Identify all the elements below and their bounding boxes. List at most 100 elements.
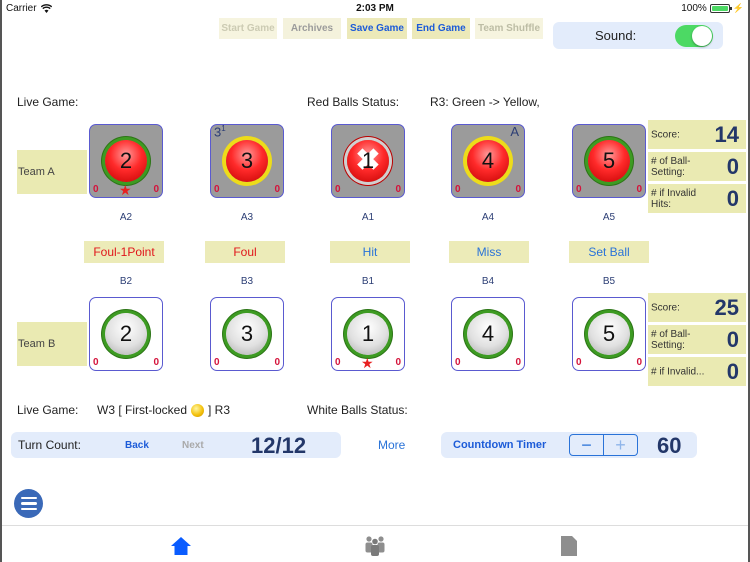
ball-id-label: B3 <box>240 276 254 287</box>
team-b-ball-setting: # of Ball-Setting: 0 <box>648 325 746 354</box>
menu-icon-line <box>20 496 37 500</box>
ball-number: 4 <box>481 148 495 173</box>
left-count: 0 <box>335 357 341 368</box>
team-a-label: Team A <box>17 150 87 194</box>
toggle-knob <box>692 26 712 46</box>
stat-value: 14 <box>714 121 739 147</box>
ball-badge: 31 <box>214 124 226 140</box>
timer-stepper[interactable]: − + <box>569 434 638 456</box>
turn-count-value: 12/12 <box>251 433 307 458</box>
live-game-suffix: ] R3 <box>208 403 231 417</box>
right-count: 0 <box>274 184 280 195</box>
battery-percent: 100% <box>681 3 707 14</box>
timer-increment-button[interactable]: + <box>604 435 637 455</box>
live-game-label-white: Live Game: <box>17 403 79 417</box>
menu-button[interactable] <box>14 489 43 518</box>
team-b-score: Score: 25 <box>648 293 746 322</box>
star-icon: ★ <box>361 355 374 371</box>
ball-number: 1 <box>361 321 375 346</box>
ball-id-label: A4 <box>481 212 495 223</box>
ball-id-label: A3 <box>240 212 254 223</box>
left-count: 0 <box>576 357 582 368</box>
end-game-button[interactable]: End Game <box>412 18 470 39</box>
ball-badge: A <box>510 124 519 139</box>
battery-indicator: 100% ⚡ <box>681 3 744 14</box>
timer-decrement-button[interactable]: − <box>570 435 604 455</box>
left-count: 0 <box>214 357 220 368</box>
stat-value: 25 <box>714 294 739 320</box>
ball-b4[interactable]: 4 <box>467 313 509 355</box>
ball-id-label: B4 <box>481 276 495 287</box>
ball-a4[interactable]: 4 <box>467 140 509 182</box>
ball-box-a4[interactable]: 4 0 0 A <box>451 124 525 198</box>
foul-button[interactable]: Foul <box>205 241 285 263</box>
countdown-timer-value: 60 <box>657 433 682 458</box>
right-count: 0 <box>636 184 642 195</box>
ball-box-b2[interactable]: 2 0 0 <box>89 297 163 371</box>
white-balls-status-label: White Balls Status: <box>307 403 408 417</box>
more-button[interactable]: More <box>378 438 405 452</box>
ball-b5[interactable]: 5 <box>588 313 630 355</box>
next-button[interactable]: Next <box>182 440 204 451</box>
stat-label: # of Ball-Setting: <box>651 155 691 178</box>
ball-number: 2 <box>119 148 133 173</box>
tab-home[interactable] <box>168 534 194 558</box>
live-game-label-red: Live Game: <box>17 95 79 109</box>
document-icon <box>561 536 577 556</box>
stat-value: 0 <box>726 326 739 352</box>
ball-box-b3[interactable]: 3 0 0 <box>210 297 284 371</box>
save-game-button[interactable]: Save Game <box>347 18 407 39</box>
ball-a2[interactable]: 2 <box>105 140 147 182</box>
ball-number: 5 <box>602 321 616 346</box>
left-count: 0 <box>335 184 341 195</box>
red-balls-status-value: R3: Green -> Yellow, <box>430 95 540 109</box>
ball-b3[interactable]: 3 <box>226 313 268 355</box>
white-live-game-value: W3 [ First-locked ] R3 <box>97 403 230 417</box>
ball-box-b5[interactable]: 5 0 0 <box>572 297 646 371</box>
team-b-invalid-hits: # if Invalid... 0 <box>648 357 746 386</box>
ball-number: 4 <box>481 321 495 346</box>
back-button[interactable]: Back <box>125 440 149 451</box>
left-count: 0 <box>93 357 99 368</box>
stat-value: 0 <box>726 153 739 179</box>
ball-id-label: B2 <box>119 276 133 287</box>
left-count: 0 <box>455 357 461 368</box>
tab-teams[interactable] <box>362 534 388 558</box>
miss-button[interactable]: Miss <box>449 241 529 263</box>
ball-box-a2[interactable]: 2 0 0 ★ <box>89 124 163 198</box>
home-icon <box>171 537 191 555</box>
ball-box-a1[interactable]: ✖ 1 0 0 <box>331 124 405 198</box>
ball-b2[interactable]: 2 <box>105 313 147 355</box>
sound-panel: Sound: <box>553 22 723 49</box>
stat-label: Score: <box>651 302 680 313</box>
ball-box-b4[interactable]: 4 0 0 <box>451 297 525 371</box>
archives-button[interactable]: Archives <box>283 18 341 39</box>
ball-b1[interactable]: 1 <box>347 313 389 355</box>
left-count: 0 <box>576 184 582 195</box>
ball-id-label: A2 <box>119 212 133 223</box>
tab-document[interactable] <box>556 534 582 558</box>
ball-box-a3[interactable]: 3 0 0 31 <box>210 124 284 198</box>
ball-number: 1 <box>361 148 375 173</box>
ball-a1[interactable]: ✖ 1 <box>347 140 389 182</box>
ball-box-b1[interactable]: 1 0 0 ★ <box>331 297 405 371</box>
ball-a3[interactable]: 3 <box>226 140 268 182</box>
right-count: 0 <box>153 357 159 368</box>
team-b-label: Team B <box>17 322 87 366</box>
stat-label: # if Invalid Hits: <box>651 187 697 210</box>
status-bar: Carrier 2:03 PM 100% ⚡ <box>2 0 748 16</box>
ball-number: 3 <box>240 148 254 173</box>
ball-number: 2 <box>119 321 133 346</box>
start-game-button[interactable]: Start Game <box>219 18 277 39</box>
hit-button[interactable]: Hit <box>330 241 410 263</box>
set-ball-button[interactable]: Set Ball <box>569 241 649 263</box>
left-count: 0 <box>214 184 220 195</box>
sound-toggle[interactable] <box>675 25 713 47</box>
right-count: 0 <box>395 184 401 195</box>
foul-1point-button[interactable]: Foul-1Point <box>84 241 164 263</box>
ball-a5[interactable]: 5 <box>588 140 630 182</box>
team-shuffle-button[interactable]: Team Shuffle <box>475 18 543 39</box>
ball-id-label: A1 <box>361 212 375 223</box>
right-count: 0 <box>515 184 521 195</box>
ball-box-a5[interactable]: 5 0 0 <box>572 124 646 198</box>
